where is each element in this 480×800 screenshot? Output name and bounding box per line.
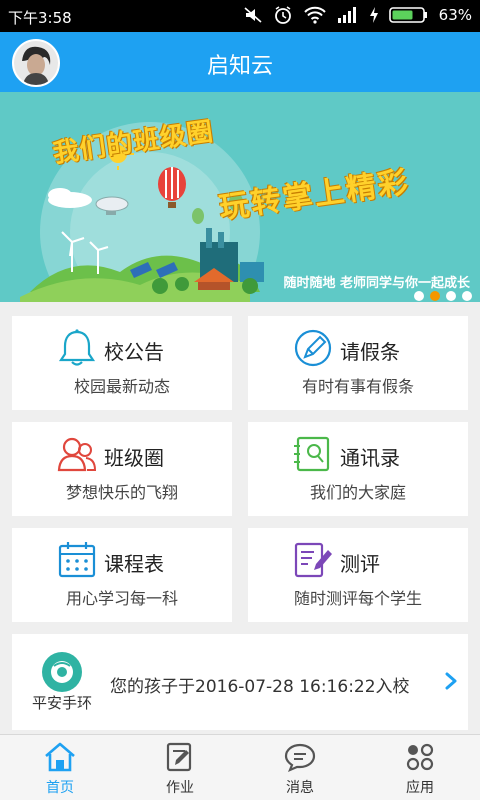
nav-label: 首页 [46, 780, 74, 796]
signal-icon [337, 7, 356, 23]
message-icon [284, 743, 316, 773]
card-title: 测评 [340, 552, 380, 576]
mute-icon [244, 7, 262, 23]
nav-homework[interactable]: 作业 [120, 735, 240, 800]
chevron-right-icon[interactable] [444, 672, 458, 690]
evaluation-icon [294, 542, 332, 578]
card-title: 通讯录 [340, 446, 400, 470]
bracelet-message: 您的孩子于2016-07-28 16:16:22入校 [110, 677, 410, 697]
wifi-icon [303, 6, 326, 24]
card-leave-request[interactable]: 请假条 有时有事有假条 [248, 316, 468, 410]
safety-bracelet-row[interactable]: 平安手环 您的孩子于2016-07-28 16:16:22入校 [12, 634, 468, 730]
nav-apps[interactable]: 应用 [360, 735, 480, 800]
card-title: 请假条 [340, 340, 400, 364]
card-subtitle: 用心学习每一科 [65, 589, 178, 608]
nav-messages[interactable]: 消息 [240, 735, 360, 800]
carousel-dot[interactable] [414, 291, 424, 301]
card-class-circle[interactable]: 班级圈 梦想快乐的飞翔 [12, 422, 232, 516]
nav-label: 消息 [286, 780, 314, 796]
card-announcement[interactable]: 校公告 校园最新动态 [12, 316, 232, 410]
banner-caption: 随时随地 老师同学与你一起成长 [283, 276, 470, 291]
card-subtitle: 我们的大家庭 [309, 483, 406, 502]
charging-icon [369, 7, 378, 23]
pencil-circle-icon [294, 329, 332, 367]
card-evaluation[interactable]: 测评 随时测评每个学生 [248, 528, 468, 622]
bracelet-icon [42, 652, 82, 692]
app-header: 启知云 [0, 32, 480, 92]
carousel-dot[interactable] [446, 291, 456, 301]
card-subtitle: 校园最新动态 [73, 377, 170, 396]
card-subtitle: 有时有事有假条 [301, 377, 414, 396]
carousel-indicator[interactable] [414, 291, 472, 301]
banner-carousel[interactable]: 我们的班级圈 玩转掌上精彩 随时随地 老师同学与你一起成长 [0, 92, 480, 302]
status-time: 下午3:58 [8, 9, 72, 27]
nav-label: 应用 [406, 780, 434, 796]
people-icon [57, 437, 97, 472]
card-title: 校公告 [104, 340, 164, 364]
home-icon [45, 742, 75, 772]
bottom-nav: 首页 作业 消息 应用 [0, 734, 480, 800]
contacts-icon [294, 436, 330, 472]
card-contacts[interactable]: 通讯录 我们的大家庭 [248, 422, 468, 516]
card-subtitle: 随时测评每个学生 [293, 589, 422, 608]
card-title: 课程表 [104, 552, 164, 576]
carousel-dot-active[interactable] [430, 291, 440, 301]
calendar-icon [58, 542, 96, 578]
apps-icon [406, 743, 434, 771]
battery-icon [388, 7, 427, 23]
nav-label: 作业 [166, 780, 194, 796]
bracelet-label: 平安手环 [31, 694, 92, 712]
homework-icon [166, 742, 192, 772]
nav-home[interactable]: 首页 [0, 735, 120, 800]
card-title: 班级圈 [104, 446, 164, 470]
page-title: 启知云 [206, 54, 273, 79]
carousel-dot[interactable] [462, 291, 472, 301]
status-bar: 下午3:58 63% [0, 0, 480, 32]
alarm-icon [274, 6, 291, 24]
card-schedule[interactable]: 课程表 用心学习每一科 [12, 528, 232, 622]
bell-icon [58, 329, 96, 366]
card-subtitle: 梦想快乐的飞翔 [65, 483, 178, 502]
battery-percent: 63% [438, 6, 472, 24]
status-icons: 63% [243, 5, 472, 25]
